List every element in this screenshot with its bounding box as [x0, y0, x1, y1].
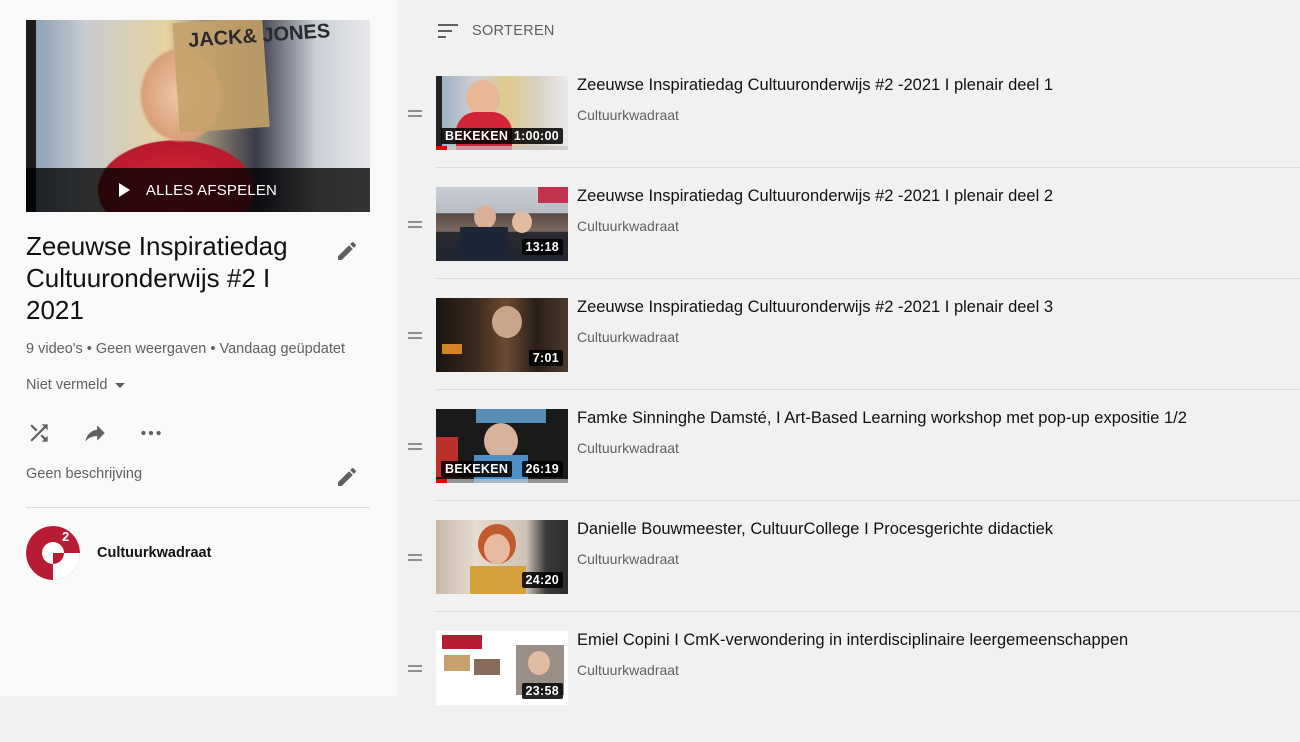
row-divider	[436, 500, 1300, 501]
duration-badge: 26:19	[521, 461, 563, 477]
thumbnail-sign	[476, 409, 546, 423]
play-all-label: ALLES AFSPELEN	[145, 181, 278, 199]
sort-icon	[438, 24, 458, 38]
thumbnail-logo	[442, 635, 482, 649]
watched-badge: BEKEKEN	[441, 461, 513, 477]
row-divider	[436, 278, 1300, 279]
playlist-description: Geen beschrijving	[26, 466, 143, 482]
divider	[26, 507, 370, 508]
video-thumbnail[interactable]: 13:18	[436, 187, 568, 261]
video-channel[interactable]: Cultuurkwadraat	[577, 218, 679, 234]
play-icon	[118, 183, 130, 197]
thumbnail-figure	[460, 227, 508, 261]
sort-label: SORTEREN	[472, 23, 555, 39]
video-row: 23:58 Emiel Copini I CmK-verwondering in…	[404, 631, 1300, 742]
caret-down-icon	[115, 382, 126, 388]
thumbnail-photo	[474, 659, 500, 675]
video-channel[interactable]: Cultuurkwadraat	[577, 329, 679, 345]
video-thumbnail[interactable]: 7:01	[436, 298, 568, 372]
edit-description-pencil-icon[interactable]	[335, 465, 359, 489]
owner-name[interactable]: Cultuurkwadraat	[97, 545, 211, 561]
duration-badge: 1:00:00	[509, 128, 563, 144]
watched-badge: BEKEKEN	[441, 128, 513, 144]
playlist-title: Zeeuwse Inspiratiedag Cultuuronderwijs #…	[26, 231, 288, 325]
row-divider	[436, 167, 1300, 168]
cultuurkwadraat-logo-icon: 2	[26, 526, 80, 580]
thumbnail-figure	[484, 423, 518, 459]
drag-handle-icon[interactable]	[408, 554, 422, 564]
thumbnail-figure	[470, 566, 526, 594]
drag-handle-icon[interactable]	[408, 332, 422, 342]
playlist-hero-thumbnail[interactable]: JACK& JONES ALLES AFSPELEN	[26, 20, 370, 212]
privacy-label: Niet vermeld	[26, 377, 108, 393]
video-row: BEKEKEN 26:19 Famke Sinninghe Damsté, I …	[404, 409, 1300, 520]
video-thumbnail[interactable]: BEKEKEN 26:19	[436, 409, 568, 483]
play-all-button[interactable]: ALLES AFSPELEN	[26, 168, 370, 212]
video-title[interactable]: Emiel Copini I CmK-verwondering in inter…	[577, 631, 1128, 650]
watch-progress-bar	[436, 479, 568, 483]
more-options-icon[interactable]	[138, 420, 164, 446]
video-row: BEKEKEN 1:00:00 Zeeuwse Inspiratiedag Cu…	[404, 76, 1300, 187]
edit-title-pencil-icon[interactable]	[335, 239, 359, 263]
video-channel[interactable]: Cultuurkwadraat	[577, 551, 679, 567]
video-title[interactable]: Danielle Bouwmeester, CultuurCollege I P…	[577, 520, 1053, 539]
share-icon[interactable]	[82, 420, 108, 446]
watch-progress-bar	[436, 146, 568, 150]
video-channel[interactable]: Cultuurkwadraat	[577, 107, 679, 123]
privacy-dropdown[interactable]: Niet vermeld	[26, 377, 126, 393]
thumbnail-logo	[538, 187, 568, 203]
playlist-sidebar: JACK& JONES ALLES AFSPELEN Zeeuwse Inspi…	[0, 0, 397, 696]
playlist-actions	[26, 420, 164, 446]
duration-badge: 7:01	[528, 350, 563, 366]
thumbnail-figure	[442, 344, 462, 354]
shuffle-icon[interactable]	[26, 420, 52, 446]
thumbnail-figure	[484, 534, 510, 564]
video-channel[interactable]: Cultuurkwadraat	[577, 440, 679, 456]
drag-handle-icon[interactable]	[408, 221, 422, 231]
thumbnail-figure	[466, 80, 500, 116]
thumbnail-figure	[528, 651, 550, 675]
duration-badge: 23:58	[521, 683, 563, 699]
video-row: 7:01 Zeeuwse Inspiratiedag Cultuuronderw…	[404, 298, 1300, 409]
duration-badge: 13:18	[521, 239, 563, 255]
row-divider	[436, 389, 1300, 390]
video-row: 13:18 Zeeuwse Inspiratiedag Cultuuronder…	[404, 187, 1300, 298]
channel-avatar[interactable]: 2	[26, 526, 80, 580]
thumbnail-figure	[492, 306, 522, 338]
video-title[interactable]: Famke Sinninghe Damsté, I Art-Based Lear…	[577, 409, 1187, 428]
video-title[interactable]: Zeeuwse Inspiratiedag Cultuuronderwijs #…	[577, 187, 1053, 206]
drag-handle-icon[interactable]	[408, 443, 422, 453]
sort-button[interactable]: SORTEREN	[438, 22, 555, 40]
video-channel[interactable]: Cultuurkwadraat	[577, 662, 679, 678]
video-row: 24:20 Danielle Bouwmeester, CultuurColle…	[404, 520, 1300, 631]
thumbnail-photo	[444, 655, 470, 671]
video-title[interactable]: Zeeuwse Inspiratiedag Cultuuronderwijs #…	[577, 298, 1053, 317]
thumbnail-figure	[512, 211, 532, 233]
video-title[interactable]: Zeeuwse Inspiratiedag Cultuuronderwijs #…	[577, 76, 1053, 95]
video-thumbnail[interactable]: 24:20	[436, 520, 568, 594]
video-thumbnail[interactable]: BEKEKEN 1:00:00	[436, 76, 568, 150]
video-thumbnail[interactable]: 23:58	[436, 631, 568, 705]
drag-handle-icon[interactable]	[408, 665, 422, 675]
thumbnail-figure	[474, 205, 496, 229]
drag-handle-icon[interactable]	[408, 110, 422, 120]
duration-badge: 24:20	[521, 572, 563, 588]
playlist-stats: 9 video's • Geen weergaven • Vandaag geü…	[26, 341, 345, 357]
svg-text:2: 2	[62, 529, 69, 544]
playlist-owner: 2 Cultuurkwadraat	[26, 526, 211, 580]
row-divider	[436, 611, 1300, 612]
